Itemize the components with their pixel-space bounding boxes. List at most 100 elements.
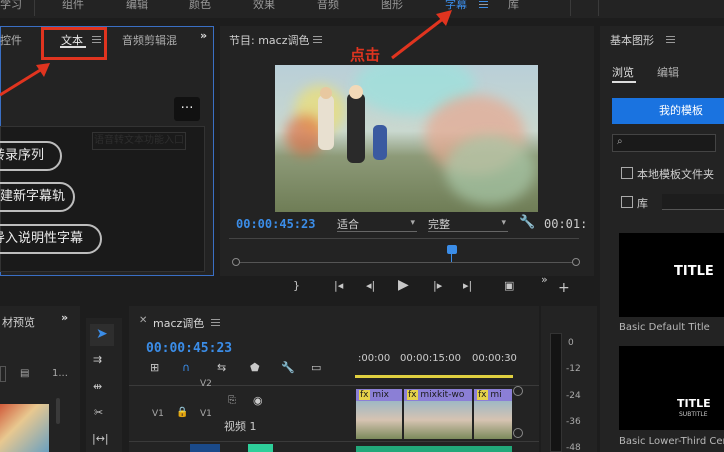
workspace-menu-icon[interactable] (479, 1, 488, 8)
project-search-input[interactable] (0, 366, 6, 382)
scrub-start-handle[interactable] (232, 258, 240, 266)
playhead-marker[interactable] (447, 245, 457, 254)
timeline-settings-wrench-icon[interactable]: 🔧 (281, 361, 295, 374)
fit-dropdown[interactable]: 适合 ▾ (337, 216, 417, 232)
slip-tool-icon[interactable]: |↔| (92, 432, 109, 445)
template-subtitle-text: SUBTITLE (679, 411, 708, 418)
workspace-audio[interactable]: 音频 (317, 0, 339, 12)
template-title-text: TITLE (677, 397, 711, 410)
library-dropdown[interactable] (662, 194, 724, 210)
audio-meter-bar (550, 333, 562, 452)
timeline-menu-icon[interactable] (211, 319, 220, 326)
snap-magnet-icon[interactable]: ∩ (182, 361, 190, 374)
mark-out-icon[interactable]: } (293, 279, 300, 292)
panel-overflow-icon[interactable]: » (61, 311, 68, 324)
razor-tool-icon[interactable]: ✂ (94, 406, 103, 419)
template-search-input[interactable]: ⌕ (612, 134, 716, 152)
add-button-icon[interactable]: + (558, 280, 570, 296)
library-checkbox[interactable] (621, 196, 633, 208)
template-name: Basic Default Title (619, 322, 710, 333)
program-timecode[interactable]: 00:00:45:23 (236, 217, 315, 231)
workspace-color[interactable]: 颜色 (189, 0, 211, 12)
import-captions-button[interactable]: 导入说明性字幕 (0, 224, 102, 254)
scrub-end-handle[interactable] (572, 258, 580, 266)
sync-lock-icon[interactable]: ⎘ (228, 395, 236, 406)
create-caption-track-button[interactable]: 创建新字幕轨 (0, 182, 75, 212)
tab-edit[interactable]: 编辑 (657, 64, 679, 80)
library-label: 库 (637, 197, 648, 210)
fx-badge: fx (359, 390, 370, 400)
tab-controls[interactable]: 控件 (0, 32, 22, 48)
template-name: Basic Lower-Third Cent (619, 436, 724, 447)
play-icon[interactable]: ▶ (398, 277, 409, 293)
clip-thumbnail (356, 401, 402, 439)
workspace-editing[interactable]: 编辑 (126, 0, 148, 12)
timeline-clip[interactable]: fx mix (356, 389, 402, 439)
audio-clip[interactable] (356, 446, 512, 452)
audio-track-target[interactable] (190, 444, 220, 452)
close-icon[interactable]: ✕ (139, 315, 147, 326)
timeline-clip[interactable]: fx mi (474, 389, 512, 439)
project-scrollbar[interactable] (56, 398, 60, 424)
track-divider (129, 385, 539, 386)
divider (598, 0, 599, 16)
clip-label: fx mi (477, 390, 502, 400)
template-card[interactable]: TITLE SUBTITLE (619, 346, 724, 430)
timeline-scroll-handle[interactable] (513, 386, 523, 396)
clip-label: fx mix (359, 390, 389, 400)
audio-mute-toggle[interactable] (248, 444, 273, 452)
linked-selection-icon[interactable]: ⇆ (217, 361, 226, 374)
bin-icon[interactable]: ▤ (20, 368, 29, 379)
chevron-down-icon: ▾ (410, 218, 415, 228)
add-marker-icon[interactable]: ⬟ (250, 361, 260, 374)
captions-display-icon[interactable]: ▭ (311, 361, 321, 374)
track-select-tool-icon[interactable]: ⇉ (93, 353, 102, 366)
workspace-effects[interactable]: 效果 (253, 0, 275, 12)
timeline-clip[interactable]: fx mixkit-wo (404, 389, 472, 439)
timeline-sequence-tab[interactable]: macz调色 (153, 315, 204, 331)
timeline-timecode[interactable]: 00:00:45:23 (146, 341, 232, 356)
workspace-learn[interactable]: 学习 (0, 0, 22, 12)
insert-nest-icon[interactable]: ⊞ (150, 361, 159, 374)
wrench-icon[interactable]: 🔧 (519, 215, 535, 230)
meter-label: -24 (566, 391, 581, 401)
timeline-scroll-handle[interactable] (513, 428, 523, 438)
tab-browse[interactable]: 浏览 (612, 64, 634, 80)
ripple-edit-tool-icon[interactable]: ⇹ (93, 380, 102, 393)
track-label-v2[interactable]: V2 (200, 379, 212, 389)
export-frame-icon[interactable]: ▣ (504, 279, 514, 292)
graphics-menu-icon[interactable] (666, 36, 675, 43)
transcribe-sequence-button[interactable]: 转录序列 (0, 141, 62, 171)
go-to-in-icon[interactable]: |◂ (334, 279, 343, 292)
step-forward-icon[interactable]: |▸ (433, 279, 442, 292)
media-thumbnail[interactable] (0, 404, 49, 452)
my-templates-button[interactable]: 我的模板 (612, 98, 724, 124)
workspace-assembly[interactable]: 组件 (62, 0, 84, 12)
go-to-out-icon[interactable]: ▸| (463, 279, 472, 292)
meter-label: -36 (566, 417, 581, 427)
essential-graphics-title: 基本图形 (610, 34, 654, 47)
more-options-button[interactable]: … (174, 97, 200, 121)
lock-icon[interactable]: 🔒 (176, 407, 188, 418)
source-patch-v1[interactable]: V1 (152, 409, 164, 419)
step-back-icon[interactable]: ◂| (366, 279, 375, 292)
more-controls-icon[interactable]: » (541, 273, 548, 286)
program-end-timecode: 00:01: (544, 217, 588, 231)
template-card[interactable]: TITLE (619, 233, 724, 317)
tab-audio-clip-mixer[interactable]: 音频剪辑混 (122, 32, 177, 48)
search-icon: ⌕ (617, 136, 623, 147)
track-label-v1[interactable]: V1 (200, 409, 212, 419)
panel-overflow-icon[interactable]: » (200, 29, 207, 42)
selection-tool-button[interactable]: ➤ (90, 324, 114, 346)
scrub-bar[interactable] (236, 262, 576, 263)
zoom-bar (229, 238, 579, 239)
annotation-label: 点击 (350, 46, 381, 64)
work-area-bar[interactable] (355, 375, 513, 378)
local-templates-checkbox[interactable] (621, 167, 633, 179)
meter-label: 0 (568, 338, 574, 348)
workspace-libraries[interactable]: 库 (508, 0, 519, 12)
divider (34, 0, 35, 16)
quality-dropdown[interactable]: 完整 ▾ (428, 216, 508, 232)
program-menu-icon[interactable] (313, 36, 322, 43)
eye-icon[interactable]: ◉ (253, 394, 263, 407)
